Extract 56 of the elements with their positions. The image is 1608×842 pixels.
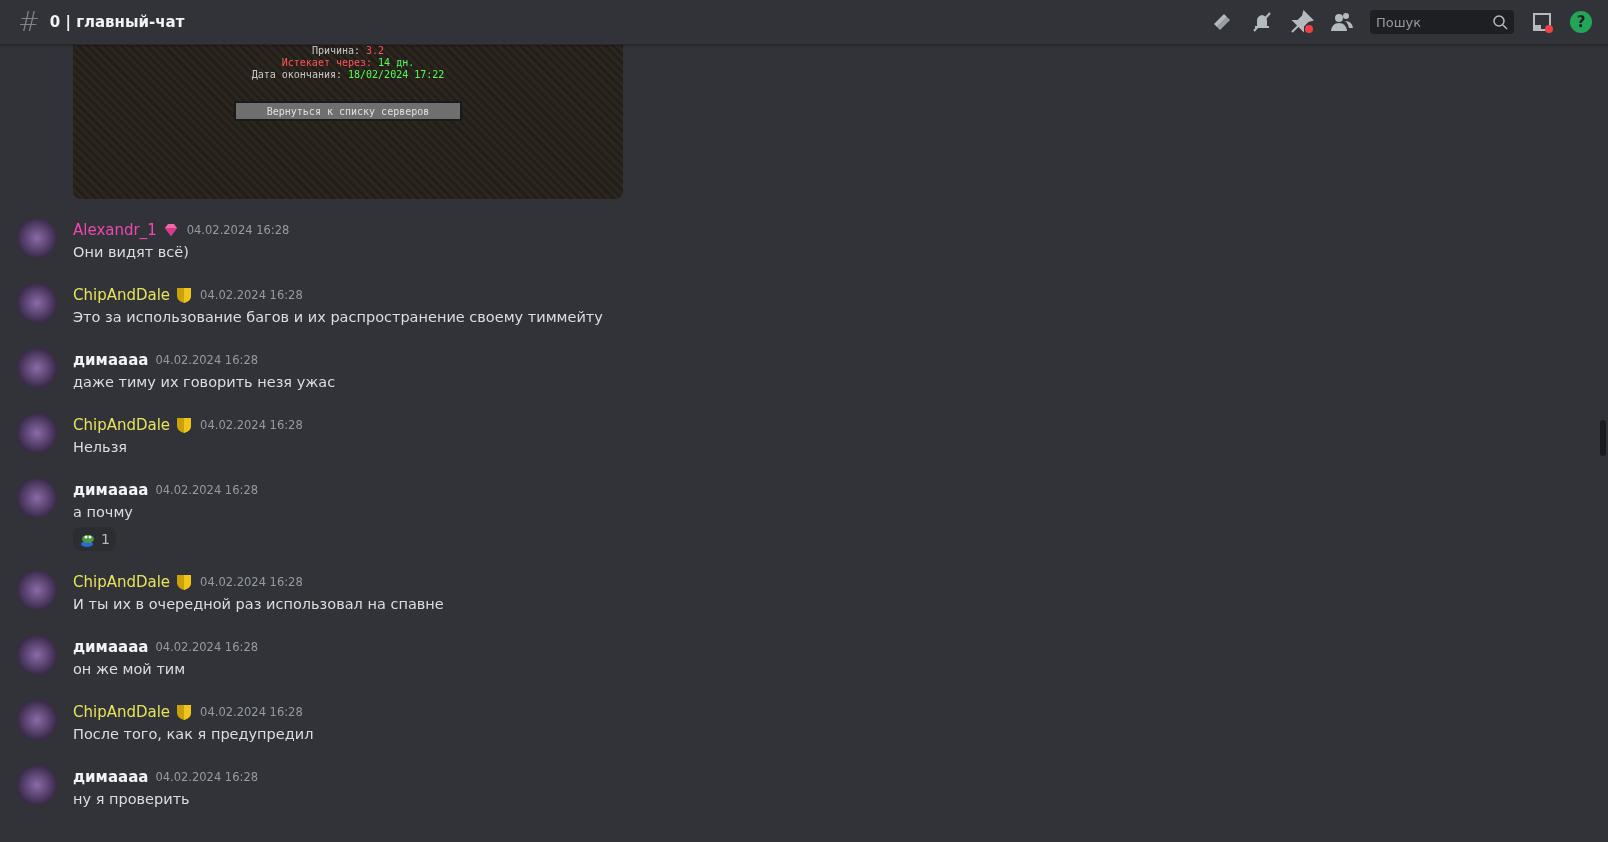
- timestamp: 04.02.2024 16:28: [200, 287, 303, 302]
- shield-icon: [175, 415, 194, 434]
- scrollbar-thumb[interactable]: [1600, 420, 1606, 456]
- reaction-button[interactable]: 1: [73, 527, 116, 551]
- shield-icon: [175, 702, 194, 721]
- avatar[interactable]: [17, 413, 57, 453]
- message-text: Нельзя: [73, 438, 129, 457]
- help-button[interactable]: ?: [1570, 11, 1592, 33]
- avatar[interactable]: [17, 218, 57, 258]
- timestamp: 04.02.2024 16:28: [200, 704, 303, 719]
- username[interactable]: димаааа: [73, 637, 149, 656]
- message-text: а почму: [73, 503, 134, 522]
- search-field[interactable]: Пошук: [1370, 10, 1514, 34]
- search-icon: [1492, 14, 1508, 30]
- message-text: даже тиму их говорить незя ужас: [73, 373, 336, 392]
- timestamp: 04.02.2024 16:28: [200, 574, 303, 589]
- timestamp: 04.02.2024 16:28: [155, 482, 259, 497]
- avatar[interactable]: [17, 635, 57, 675]
- screenshot-text: Дата окончания: 18/02/2024 17:22: [251, 69, 445, 81]
- channel-hash-icon: #: [18, 7, 40, 37]
- screenshot-text: Истекает через: 14 дн.: [281, 57, 415, 69]
- avatar[interactable]: [17, 570, 57, 610]
- timestamp: 04.02.2024 16:28: [186, 222, 290, 237]
- shield-icon: [175, 572, 194, 591]
- avatar[interactable]: [17, 478, 57, 518]
- inbox-icon[interactable]: [1530, 10, 1554, 34]
- members-icon[interactable]: [1330, 10, 1354, 34]
- username[interactable]: димаааа: [73, 480, 149, 499]
- back-to-servers-button: Вернуться к списку серверов: [234, 101, 462, 121]
- username[interactable]: димаааа: [73, 350, 149, 369]
- timestamp: 04.02.2024 16:28: [200, 417, 303, 432]
- timestamp: 04.02.2024 16:28: [155, 769, 259, 784]
- channel-name: 0 | главный-чат: [49, 13, 185, 31]
- avatar[interactable]: [17, 700, 57, 740]
- message-text: После того, как я предупредил: [73, 725, 314, 744]
- avatar[interactable]: [17, 765, 57, 805]
- message-text: ну я проверить: [73, 790, 191, 809]
- avatar[interactable]: [17, 348, 57, 388]
- username[interactable]: ChipAndDale: [73, 702, 171, 721]
- message-text: он же мой тим: [73, 660, 187, 679]
- message-text: Это за использование багов и их распространение своему тиммейту: [73, 308, 603, 327]
- shield-icon: [175, 285, 194, 304]
- avatar[interactable]: [17, 283, 57, 323]
- message-text: Они видят всё): [73, 243, 190, 262]
- timestamp: 04.02.2024 16:28: [155, 639, 259, 654]
- game-screenshot[interactable]: Причина: 3.2 Истекает через: 14 дн. Дата окончания: 18/02/2024 17:22 Вернуться к списку серверов: [73, 45, 623, 199]
- timestamp: 04.02.2024 16:28: [155, 352, 259, 367]
- muted-bell-icon[interactable]: [1250, 10, 1274, 34]
- username[interactable]: Alexandr_1: [73, 220, 157, 239]
- message-text: И ты их в очередной раз использовал на спавне: [73, 595, 444, 614]
- username[interactable]: ChipAndDale: [73, 285, 171, 304]
- screenshot-text: Причина: 3.2: [311, 45, 385, 57]
- username[interactable]: ChipAndDale: [73, 415, 171, 434]
- pin-icon[interactable]: [1290, 10, 1314, 34]
- username[interactable]: ChipAndDale: [73, 572, 171, 591]
- username[interactable]: димаааа: [73, 767, 149, 786]
